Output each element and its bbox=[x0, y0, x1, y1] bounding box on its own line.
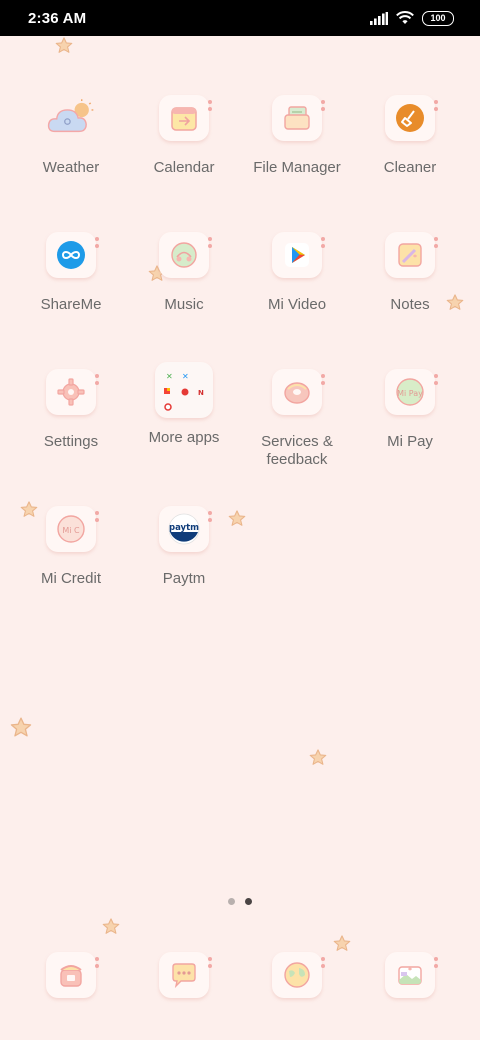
svg-text:✕: ✕ bbox=[166, 372, 173, 381]
gallery-icon bbox=[385, 952, 438, 998]
page-indicator bbox=[228, 898, 252, 905]
app-folder-more-apps[interactable]: ✕ ✕ N More apps bbox=[129, 362, 239, 447]
status-icons: 100 bbox=[370, 10, 454, 26]
calendar-icon bbox=[159, 95, 212, 141]
weather-cloud-icon bbox=[46, 95, 96, 141]
battery-indicator: 100 bbox=[422, 10, 454, 26]
app-paytm[interactable]: paytm Paytm bbox=[129, 506, 239, 588]
app-label: Settings bbox=[43, 433, 99, 450]
mi-credit-icon-text: Mi C bbox=[62, 526, 80, 535]
app-label: More apps bbox=[148, 429, 220, 446]
svg-text:N: N bbox=[198, 389, 204, 397]
app-label: Music bbox=[164, 296, 204, 313]
app-label: Services & feedback bbox=[261, 433, 333, 468]
status-bar: 2:36 AM 100 bbox=[0, 0, 480, 36]
app-label: ShareMe bbox=[40, 296, 102, 313]
notes-icon bbox=[385, 232, 438, 278]
star-decoration bbox=[55, 37, 73, 53]
page-dot[interactable] bbox=[228, 898, 235, 905]
app-shareme[interactable]: ShareMe bbox=[16, 232, 126, 314]
app-label: Notes bbox=[390, 296, 430, 313]
app-notes[interactable]: Notes bbox=[355, 232, 465, 314]
mi-pay-icon: Mi Pay bbox=[385, 369, 438, 415]
play-icon bbox=[272, 232, 325, 278]
app-label: Weather bbox=[42, 159, 100, 176]
file-manager-icon bbox=[272, 95, 325, 141]
mi-credit-icon: Mi C bbox=[46, 506, 99, 552]
star-decoration bbox=[10, 717, 32, 737]
star-decoration bbox=[333, 935, 351, 951]
cleaner-broom-icon bbox=[385, 95, 438, 141]
app-label: File Manager bbox=[253, 159, 341, 176]
signal-icon bbox=[370, 11, 388, 25]
dock-phone[interactable] bbox=[16, 952, 126, 998]
star-decoration bbox=[102, 918, 120, 934]
wifi-icon bbox=[396, 11, 414, 24]
paytm-icon-text: paytm bbox=[169, 523, 199, 533]
page-dot-current[interactable] bbox=[245, 898, 252, 905]
star-decoration bbox=[309, 749, 327, 765]
app-file-manager[interactable]: File Manager bbox=[242, 95, 352, 177]
app-music[interactable]: Music bbox=[129, 232, 239, 314]
app-label: Mi Credit bbox=[40, 570, 101, 587]
app-weather[interactable]: Weather bbox=[16, 95, 126, 177]
app-settings[interactable]: Settings bbox=[16, 369, 126, 451]
shareme-icon bbox=[46, 232, 99, 278]
app-label: Calendar bbox=[153, 159, 215, 176]
messages-icon bbox=[159, 952, 212, 998]
music-icon bbox=[159, 232, 212, 278]
services-donut-icon bbox=[272, 369, 325, 415]
browser-globe-icon bbox=[272, 952, 325, 998]
app-cleaner[interactable]: Cleaner bbox=[355, 95, 465, 177]
app-services-feedback[interactable]: Services & feedback bbox=[242, 369, 352, 469]
app-folder-icon: ✕ ✕ N bbox=[155, 362, 213, 418]
app-label: Paytm bbox=[162, 570, 206, 587]
dock-messages[interactable] bbox=[129, 952, 239, 998]
paytm-icon: paytm bbox=[159, 506, 212, 552]
app-mi-video[interactable]: Mi Video bbox=[242, 232, 352, 314]
app-label: Cleaner bbox=[383, 159, 437, 176]
app-mi-credit[interactable]: Mi C Mi Credit bbox=[16, 506, 126, 588]
dock-browser[interactable] bbox=[242, 952, 352, 998]
app-label: Mi Video bbox=[267, 296, 327, 313]
app-mi-pay[interactable]: Mi Pay Mi Pay bbox=[355, 369, 465, 451]
mi-pay-icon-text: Mi Pay bbox=[397, 389, 423, 398]
svg-text:✕: ✕ bbox=[182, 372, 189, 381]
gear-icon bbox=[46, 369, 99, 415]
app-calendar[interactable]: Calendar bbox=[129, 95, 239, 177]
phone-icon bbox=[46, 952, 99, 998]
status-time: 2:36 AM bbox=[28, 9, 87, 27]
app-label: Mi Pay bbox=[387, 433, 433, 450]
dock-gallery[interactable] bbox=[355, 952, 465, 998]
